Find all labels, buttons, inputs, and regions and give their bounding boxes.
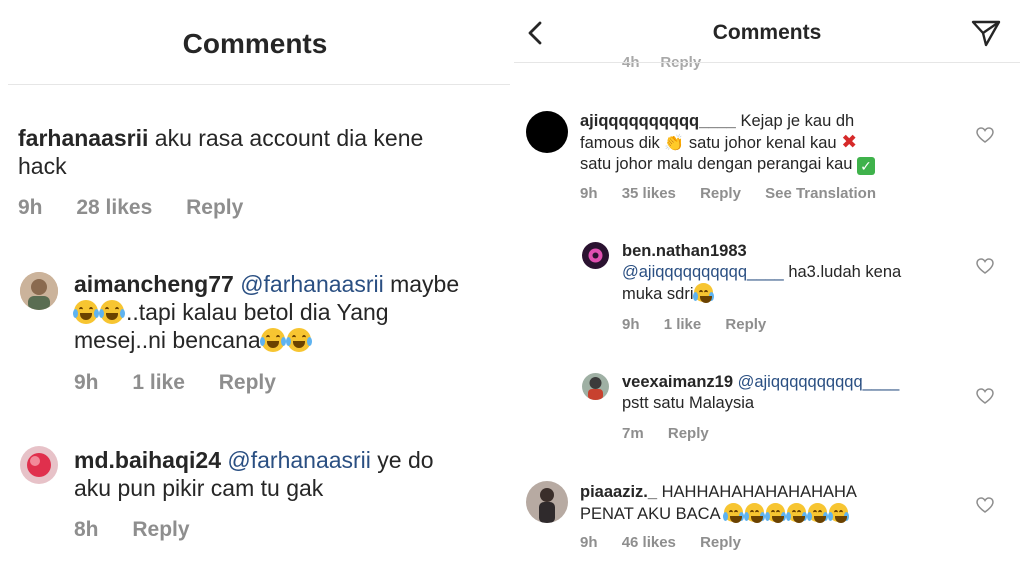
comment-time: 7m <box>622 425 644 442</box>
laugh-cry-emoji-icon <box>723 503 745 523</box>
comment-body: aku rasa account dia kene <box>154 125 424 151</box>
avatar[interactable] <box>526 481 568 523</box>
comment-meta: 7m Reply <box>622 425 729 442</box>
comment-body: hack <box>18 153 67 179</box>
reply-button[interactable]: Reply <box>700 534 741 551</box>
comment-time: 9h <box>622 316 640 333</box>
comment-username[interactable]: farhanaasrii <box>18 125 148 151</box>
right-comments-panel: Comments 4h Reply ajiqqqqqqqqqq____ Keja… <box>514 0 1024 576</box>
comment-likes[interactable]: 28 likes <box>76 196 152 219</box>
comment-text: ajiqqqqqqqqqq____ Kejap je kau dh famous… <box>580 111 960 175</box>
avatar[interactable] <box>526 111 568 153</box>
clap-emoji-icon: 👏 <box>664 135 685 152</box>
comment-text: md.baihaqi24 @farhanaasrii ye do aku pun… <box>74 446 504 502</box>
comment-time: 9h <box>580 185 598 202</box>
comment-body: pstt satu Malaysia <box>622 394 755 412</box>
avatar-image <box>20 446 58 484</box>
comment-likes[interactable]: 1 like <box>132 371 185 394</box>
heart-icon[interactable] <box>976 258 994 274</box>
laugh-cry-emoji-icon <box>807 503 829 523</box>
mention-link[interactable]: @farhanaasrii <box>227 447 371 473</box>
see-translation-button[interactable]: See Translation <box>765 185 876 202</box>
comment-meta: 9h 28 likes Reply <box>18 196 271 220</box>
comment-meta: 8h Reply <box>74 518 218 542</box>
comment-text: farhanaasrii aku rasa account dia kene h… <box>18 124 503 180</box>
comment-body: mesej..ni bencana <box>74 327 261 353</box>
avatar[interactable] <box>582 373 609 400</box>
check-emoji-icon: ✓ <box>857 157 876 175</box>
comment-meta: 9h 46 likes Reply <box>580 534 761 551</box>
comment-likes[interactable]: 46 likes <box>622 534 676 551</box>
laugh-cry-emoji-icon <box>692 283 714 303</box>
page-title: Comments <box>712 21 822 44</box>
reply-button[interactable]: Reply <box>668 425 709 442</box>
comment-body: HAHHAHAHAHAHAHAHA <box>661 483 857 501</box>
comment-username[interactable]: md.baihaqi24 <box>74 447 221 473</box>
header-divider <box>514 62 1020 63</box>
comment-username[interactable]: piaaaziz._ <box>580 483 657 501</box>
comment-body: Kejap je kau dh <box>740 112 855 130</box>
comment-username[interactable]: aimancheng77 <box>74 271 234 297</box>
heart-icon[interactable] <box>976 127 994 143</box>
comment-likes[interactable]: 35 likes <box>622 185 676 202</box>
cross-emoji-icon: ✖ <box>841 132 858 153</box>
avatar[interactable] <box>20 272 58 310</box>
comment-body: satu johor malu dengan perangai kau <box>580 155 853 173</box>
comment-time: 8h <box>74 518 99 541</box>
reply-button[interactable]: Reply <box>700 185 741 202</box>
laugh-cry-emoji-icon <box>786 503 808 523</box>
avatar-image <box>582 373 609 400</box>
header-divider <box>8 84 510 85</box>
comment-text: piaaaziz._ HAHHAHAHAHAHAHAHA PENAT AKU B… <box>580 482 960 525</box>
reply-button[interactable]: Reply <box>219 371 276 394</box>
comment-body: famous dik <box>580 134 660 152</box>
mention-link[interactable]: @farhanaasrii <box>240 271 384 297</box>
avatar-image <box>526 481 568 523</box>
comment-text: ben.nathan1983 @ajiqqqqqqqqqq____ ha3.lu… <box>622 241 962 305</box>
comment-likes[interactable]: 1 like <box>664 316 702 333</box>
comment-body: PENAT AKU BACA <box>580 505 720 523</box>
left-comments-panel: Comments farhanaasrii aku rasa account d… <box>0 0 510 576</box>
comment-body: maybe <box>390 271 460 297</box>
comment-meta: 9h 1 like Reply <box>622 316 786 333</box>
avatar[interactable] <box>582 242 609 269</box>
reply-button[interactable]: Reply <box>725 316 766 333</box>
laugh-cry-emoji-icon <box>259 328 286 352</box>
comment-text: aimancheng77 @farhanaasrii maybe ..tapi … <box>73 270 504 354</box>
comment-time: 9h <box>74 371 99 394</box>
laugh-cry-emoji-icon <box>828 503 850 523</box>
avatar-image <box>582 242 609 269</box>
laugh-cry-emoji-icon <box>99 300 125 324</box>
laugh-cry-emoji-icon <box>73 300 99 324</box>
comment-body: ha3.ludah kena <box>788 263 902 281</box>
comment-username[interactable]: veexaimanz19 <box>622 373 733 391</box>
comment-username[interactable]: ben.nathan1983 <box>622 242 747 260</box>
heart-icon[interactable] <box>976 388 994 404</box>
send-icon[interactable] <box>970 18 1002 48</box>
comment-body: aku pun pikir cam tu gak <box>74 475 324 501</box>
heart-icon[interactable] <box>976 497 994 513</box>
laugh-cry-emoji-icon <box>765 503 787 523</box>
comment-meta: 9h 35 likes Reply See Translation <box>580 185 896 202</box>
comment-username[interactable]: ajiqqqqqqqqqq____ <box>580 112 736 130</box>
mention-link[interactable]: @ajiqqqqqqqqqq____ <box>622 263 784 281</box>
comment-body: muka sdri <box>622 285 694 303</box>
page-title: Comments <box>182 28 328 59</box>
laugh-cry-emoji-icon <box>285 328 312 352</box>
laugh-cry-emoji-icon <box>744 503 766 523</box>
reply-button[interactable]: Reply <box>132 518 189 541</box>
comment-text: veexaimanz19 @ajiqqqqqqqqqq____ pstt sat… <box>622 372 962 414</box>
mention-link[interactable]: @ajiqqqqqqqqqq____ <box>738 373 900 391</box>
reply-button[interactable]: Reply <box>186 196 243 219</box>
comment-body: ..tapi kalau betol dia Yang <box>126 299 389 325</box>
comment-time: 9h <box>18 196 43 219</box>
avatar[interactable] <box>20 446 58 484</box>
comment-time: 9h <box>580 534 598 551</box>
comment-meta: 9h 1 like Reply <box>74 371 304 395</box>
comment-body: ye do <box>377 447 434 473</box>
avatar-image <box>20 272 58 310</box>
comment-body: satu johor kenal kau <box>688 134 837 152</box>
